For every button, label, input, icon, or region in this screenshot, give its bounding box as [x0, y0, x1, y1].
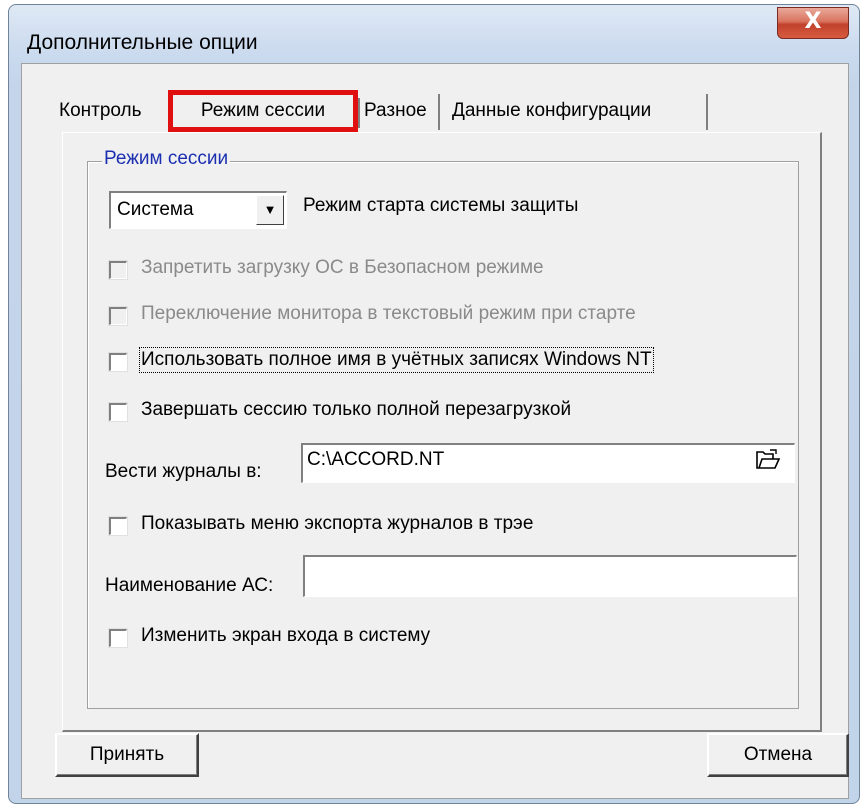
tab-session-mode[interactable]: Режим сессии	[168, 90, 358, 132]
close-icon: X	[804, 9, 822, 34]
logs-path-field[interactable]: C:\ACCORD.NT	[301, 443, 795, 483]
folder-open-icon[interactable]	[755, 449, 781, 471]
checkbox-export-menu[interactable]	[109, 517, 127, 535]
accept-button[interactable]: Принять	[55, 733, 199, 777]
checkbox-text-mode	[109, 307, 127, 325]
checkbox-forbid-safe-mode-label: Запретить загрузку ОС в Безопасном режим…	[141, 257, 544, 278]
checkbox-full-name[interactable]	[109, 353, 127, 371]
checkbox-full-name-label[interactable]: Использовать полное имя в учётных запися…	[139, 347, 654, 373]
checkbox-export-menu-label[interactable]: Показывать меню экспорта журналов в трэе	[141, 513, 534, 535]
start-mode-value: Система	[117, 199, 194, 220]
close-button[interactable]: X	[777, 7, 849, 39]
dialog-client-area: Контроль Режим сессии Разное Данные конф…	[21, 63, 849, 799]
tab-config-data[interactable]: Данные конфигурации	[442, 94, 708, 130]
logs-path-value: C:\ACCORD.NT	[307, 449, 445, 470]
as-name-label: Наименование АС:	[105, 575, 274, 596]
dialog-window: Дополнительные опции X Контроль Режим се…	[8, 4, 860, 804]
cancel-button[interactable]: Отмена	[707, 733, 849, 777]
checkbox-full-reboot[interactable]	[109, 403, 127, 421]
window-title: Дополнительные опции	[27, 31, 258, 54]
logs-path-label: Вести журналы в:	[105, 461, 262, 482]
as-name-field[interactable]	[303, 555, 797, 597]
group-legend: Режим сессии	[102, 148, 231, 170]
start-mode-label: Режим старта системы защиты	[303, 195, 579, 216]
checkbox-forbid-safe-mode	[109, 261, 127, 279]
checkbox-login-screen[interactable]	[109, 629, 127, 647]
tab-misc[interactable]: Разное	[360, 94, 440, 130]
checkbox-text-mode-label: Переключение монитора в текстовый режим …	[141, 303, 636, 324]
chevron-down-icon[interactable]: ▼	[256, 195, 284, 225]
tab-controls[interactable]: Контроль	[59, 94, 167, 130]
checkbox-full-reboot-label[interactable]: Завершать сессию только полной перезагру…	[141, 399, 571, 421]
start-mode-select[interactable]: Система ▼	[109, 191, 287, 229]
checkbox-login-screen-label[interactable]: Изменить экран входа в систему	[141, 625, 430, 647]
